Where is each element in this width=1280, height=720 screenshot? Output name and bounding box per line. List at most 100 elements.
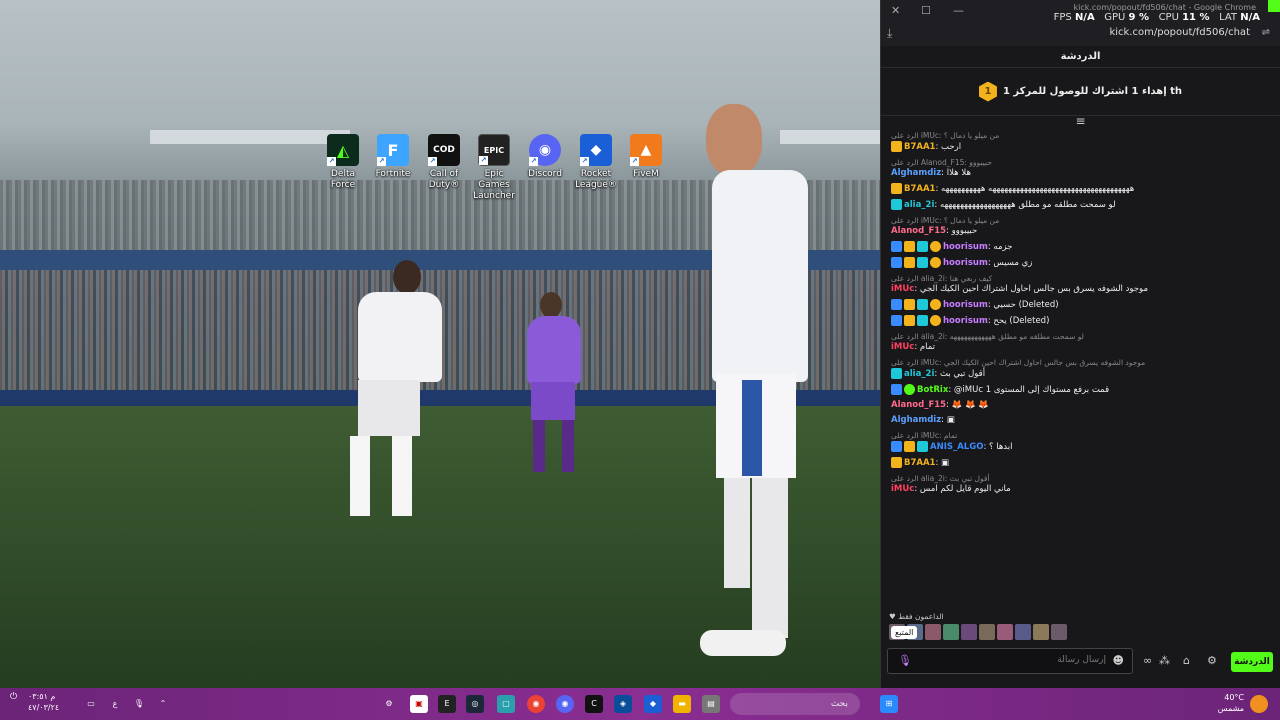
chat-message[interactable]: الرد على alia_2i: أقول تبي بث iMUc: ماني …: [891, 473, 1270, 495]
rocket-league-taskbar-icon[interactable]: ◆: [644, 695, 662, 713]
reply-context[interactable]: الرد على iMUc: من ميلو يا دمال ؟: [891, 215, 1270, 226]
kick-points-icon[interactable]: ⁂: [1159, 654, 1170, 667]
chat-username[interactable]: hoorisum: [943, 258, 988, 268]
microphone-icon[interactable]: 🎙: [130, 695, 148, 713]
kick-app-icon[interactable]: ▢: [497, 695, 515, 713]
avatar[interactable]: [1033, 624, 1049, 640]
chat-username[interactable]: alia_2i: [904, 369, 934, 379]
windows-start-icon[interactable]: ⊞: [880, 695, 898, 713]
subscriber-badge-icon: [917, 257, 928, 268]
maximize-icon[interactable]: ☐: [921, 4, 931, 17]
language-indicator[interactable]: ع: [106, 695, 124, 713]
avatar[interactable]: [1051, 624, 1067, 640]
desktop-icon-call-of-duty[interactable]: COD ↗ Call of Duty®: [419, 134, 469, 191]
chat-message[interactable]: alia_2i: لو سمحت مطلقه مو مطلق ههههههههه…: [891, 199, 1270, 211]
subscriber-badge-icon: [917, 299, 928, 310]
reply-context[interactable]: الرد على alia_2i: لو سمحت مطلقه مو مطلق …: [891, 331, 1270, 342]
chat-send-button[interactable]: الدردشة: [1231, 652, 1273, 672]
avatar[interactable]: [979, 624, 995, 640]
chat-message[interactable]: الرد على Alanod_F15: حبيبووو Alghamdiz: ه…: [891, 157, 1270, 179]
avatar[interactable]: [961, 624, 977, 640]
chat-message[interactable]: الرد على iMUc: تمام ANIS_ALGO: ابدها ؟: [891, 430, 1270, 453]
chat-username[interactable]: ANIS_ALGO: [930, 442, 983, 452]
settings-icon[interactable]: ⚙: [380, 695, 398, 713]
chat-message[interactable]: hoorisum: يحح (Deleted): [891, 315, 1270, 327]
chat-username[interactable]: hoorisum: [943, 316, 988, 326]
reply-context[interactable]: الرد على alia_2i: كيف ربعي هنا: [891, 273, 1270, 284]
chat-message[interactable]: hoorisum: حسيي (Deleted): [891, 299, 1270, 311]
chat-username[interactable]: Alghamdiz: [891, 415, 941, 425]
avatar[interactable]: [1015, 624, 1031, 640]
system-tray-icons[interactable]: ⏻: [10, 692, 17, 702]
app-icon[interactable]: ▤: [702, 695, 720, 713]
chat-message[interactable]: الرد على iMUc: موجود الشوفه يسرق بس جالس…: [891, 357, 1270, 380]
battlenet-icon[interactable]: ◈: [614, 695, 632, 713]
message-input[interactable]: [916, 655, 1106, 665]
avatar[interactable]: [997, 624, 1013, 640]
pinned-goal-banner[interactable]: 1 إهداء 1 اشتراك للوصول للمركز 1 th: [881, 68, 1280, 116]
desktop-icon-rocket-league[interactable]: ◆ ↗ Rocket League®: [571, 134, 621, 191]
reply-context[interactable]: الرد على iMUc: تمام: [891, 430, 1270, 441]
chat-message[interactable]: Alanod_F15: 🦊 🦊 🦊: [891, 400, 1270, 411]
coin-badge-icon: [930, 299, 941, 310]
desktop-icon-fortnite[interactable]: F ↗ Fortnite: [368, 134, 418, 180]
chat-message[interactable]: الرد على iMUc: من ميلو يا دمال ؟ B7AA1: ا…: [891, 130, 1270, 153]
reply-context[interactable]: الرد على Alanod_F15: حبيبووو: [891, 157, 1270, 168]
weather-widget[interactable]: 40°C مشمس: [1218, 692, 1244, 714]
reply-context[interactable]: الرد على iMUc: من ميلو يا دمال ؟: [891, 130, 1270, 141]
store-icon[interactable]: ⌂: [1183, 654, 1190, 667]
file-explorer-icon[interactable]: ▬: [673, 695, 691, 713]
taskbar-clock[interactable]: م ٠٣:٥١ ٤٧/٠٣/٢٤: [28, 691, 59, 713]
chat-username[interactable]: hoorisum: [943, 300, 988, 310]
chat-username[interactable]: Alanod_F15: [891, 400, 946, 410]
call-of-duty-taskbar-icon[interactable]: C: [585, 695, 603, 713]
chat-message[interactable]: B7AA1: ▣: [891, 457, 1270, 469]
chat-message[interactable]: Alghamdiz: ▣: [891, 415, 1270, 426]
chat-username[interactable]: alia_2i: [904, 200, 934, 210]
chat-username[interactable]: Alghamdiz: [891, 168, 941, 178]
chat-message[interactable]: الرد على alia_2i: كيف ربعي هنا iMUc: موجو…: [891, 273, 1270, 295]
chat-username[interactable]: Alanod_F15: [891, 226, 946, 236]
chat-message[interactable]: B7AA1: ههههههههههههههههههههههههههههههههه…: [891, 183, 1270, 195]
minimize-icon[interactable]: —: [953, 4, 964, 17]
download-icon[interactable]: ⤓: [887, 26, 892, 41]
desktop-icon-epic-games[interactable]: EPIC ↗ Epic Games Launcher: [469, 134, 519, 202]
chat-username[interactable]: B7AA1: [904, 458, 935, 468]
chat-message[interactable]: BotRix: @iMUc قمت برفع مستواك إلى المستو…: [891, 384, 1270, 396]
reply-context[interactable]: الرد على iMUc: موجود الشوفه يسرق بس جالس…: [891, 357, 1270, 368]
store-icon[interactable]: ▣: [410, 695, 428, 713]
reply-context[interactable]: الرد على alia_2i: أقول تبي بث: [891, 473, 1270, 484]
chat-username[interactable]: iMUc: [891, 484, 914, 494]
chat-username[interactable]: hoorisum: [943, 242, 988, 252]
taskbar-search[interactable]: بحث: [730, 693, 860, 715]
desktop-icon-fivem[interactable]: ▲ ↗ FiveM: [621, 134, 671, 180]
gear-icon[interactable]: ⚙: [1207, 654, 1217, 667]
chat-username[interactable]: BotRix: [917, 385, 948, 395]
chat-message[interactable]: الرد على iMUc: من ميلو يا دمال ؟ Alanod_F…: [891, 215, 1270, 237]
chat-username[interactable]: iMUc: [891, 284, 914, 294]
chat-username[interactable]: B7AA1: [904, 142, 935, 152]
avatar[interactable]: [925, 624, 941, 640]
desktop-icon-delta-force[interactable]: ◭ ↗ Delta Force: [318, 134, 368, 191]
avatar[interactable]: [943, 624, 959, 640]
chat-username[interactable]: iMUc: [891, 342, 914, 352]
microphone-icon[interactable]: 🎙: [898, 654, 912, 667]
chat-message[interactable]: hoorisum: جزمه: [891, 241, 1270, 253]
chevron-up-icon[interactable]: ⌃: [154, 695, 172, 713]
message-input-box[interactable]: 🎙 ☻: [887, 648, 1133, 674]
infinity-icon[interactable]: ∞: [1143, 654, 1152, 667]
settings-sliders-icon[interactable]: ⇌: [1262, 27, 1270, 38]
chat-message[interactable]: hoorisum: زي مسيس: [891, 257, 1270, 269]
chat-filter-icon[interactable]: ≡: [881, 115, 1280, 130]
emoji-icon[interactable]: ☻: [1113, 654, 1124, 667]
close-icon[interactable]: ✕: [891, 4, 900, 17]
display-icon[interactable]: ▭: [82, 695, 100, 713]
desktop-icon-discord[interactable]: ◉ ↗ Discord: [520, 134, 570, 180]
chrome-icon[interactable]: ◉: [527, 695, 545, 713]
chat-username[interactable]: B7AA1: [904, 184, 935, 194]
discord-taskbar-icon[interactable]: ◉: [556, 695, 574, 713]
epic-games-taskbar-icon[interactable]: E: [438, 695, 456, 713]
chat-message[interactable]: الرد على alia_2i: لو سمحت مطلقه مو مطلق …: [891, 331, 1270, 353]
address-bar[interactable]: kick.com/popout/fd506/chat: [1109, 27, 1250, 38]
steam-icon[interactable]: ◎: [466, 695, 484, 713]
